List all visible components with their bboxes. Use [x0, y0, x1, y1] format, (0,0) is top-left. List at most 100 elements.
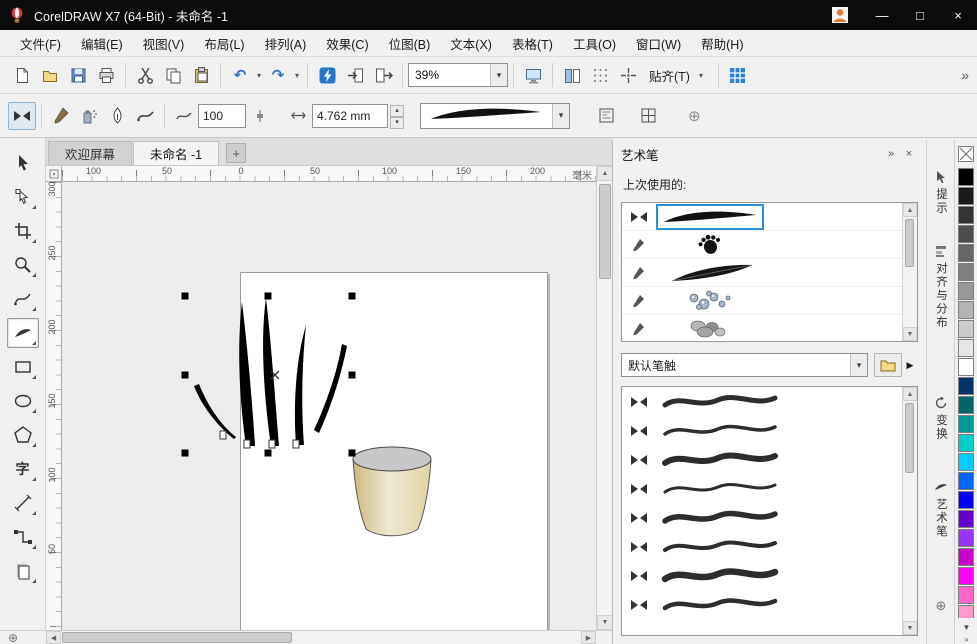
scroll-down-icon[interactable]: ▼: [903, 621, 917, 635]
connector-tool[interactable]: [7, 522, 39, 552]
browse-folder-button[interactable]: [874, 353, 902, 377]
crop-tool[interactable]: [7, 216, 39, 246]
color-swatch[interactable]: [958, 586, 974, 604]
docker-close-icon[interactable]: ×: [900, 148, 918, 160]
snap-to-dropdown[interactable]: 贴齐(T) ▾: [642, 62, 713, 88]
default-stroke-item[interactable]: [622, 445, 917, 474]
color-swatch[interactable]: [958, 434, 974, 452]
cut-button[interactable]: [131, 61, 159, 89]
pressure-mode-button[interactable]: [131, 102, 159, 130]
smoothing-slider-icon[interactable]: [246, 102, 274, 130]
add-docker-button[interactable]: ⊕: [927, 598, 955, 614]
paste-button[interactable]: [187, 61, 215, 89]
new-document-button[interactable]: [8, 61, 36, 89]
app-launcher-button[interactable]: [313, 61, 341, 89]
zoom-tool[interactable]: [7, 250, 39, 280]
shape-tool[interactable]: [7, 182, 39, 212]
list-scrollbar[interactable]: ▲ ▼: [902, 387, 917, 635]
new-document-tab-button[interactable]: +: [226, 143, 246, 163]
undo-button[interactable]: ↶: [226, 61, 254, 89]
drawing-canvas[interactable]: [62, 182, 596, 630]
horizontal-scrollbar[interactable]: ◀ ▶: [46, 631, 596, 644]
title-bar[interactable]: CorelDRAW X7 (64-Bit) - 未命名 -1 — □ ×: [0, 0, 977, 30]
color-swatch[interactable]: [958, 510, 974, 528]
text-tool[interactable]: 字: [7, 454, 39, 484]
open-button[interactable]: [36, 61, 64, 89]
horizontal-ruler[interactable]: 毫米 10050050100150200: [62, 166, 596, 182]
menu-item[interactable]: 表格(T): [502, 30, 563, 57]
cup-object[interactable]: [353, 447, 431, 536]
stroke-preset-combo[interactable]: ▾: [420, 103, 570, 129]
options-button[interactable]: [724, 61, 752, 89]
chevron-down-icon[interactable]: ▾: [490, 64, 507, 86]
color-swatch[interactable]: [958, 282, 974, 300]
guidelines-button[interactable]: [614, 61, 642, 89]
color-swatch[interactable]: [958, 567, 974, 585]
preset-mode-button[interactable]: [8, 102, 36, 130]
page-sorter-button[interactable]: [558, 61, 586, 89]
menu-item[interactable]: 帮助(H): [691, 30, 753, 57]
color-swatch[interactable]: [958, 491, 974, 509]
default-stroke-item[interactable]: [622, 532, 917, 561]
stroke-width-input[interactable]: 4.762 mm: [312, 104, 388, 128]
no-color-swatch[interactable]: [958, 146, 974, 162]
color-swatch[interactable]: [958, 168, 974, 186]
print-button[interactable]: [92, 61, 120, 89]
grass-strokes-object[interactable]: [194, 298, 347, 446]
scroll-right-icon[interactable]: ▶: [581, 631, 596, 644]
redo-dropdown[interactable]: ▾: [292, 71, 302, 80]
stroke-list-item[interactable]: [622, 231, 917, 259]
color-swatch[interactable]: [958, 358, 974, 376]
default-stroke-item[interactable]: [622, 503, 917, 532]
scroll-up-icon[interactable]: ▲: [903, 203, 917, 217]
color-swatch[interactable]: [958, 377, 974, 395]
chevron-down-icon[interactable]: ▾: [552, 104, 569, 128]
spin-up-icon[interactable]: ▴: [390, 105, 404, 117]
docker-tab-transform[interactable]: 变换: [927, 396, 955, 441]
menu-item[interactable]: 效果(C): [316, 30, 378, 57]
fullscreen-preview-button[interactable]: [519, 61, 547, 89]
menu-item[interactable]: 编辑(E): [71, 30, 133, 57]
smoothing-input[interactable]: 100: [198, 104, 246, 128]
scroll-up-icon[interactable]: ▲: [597, 166, 613, 181]
brush-mode-button[interactable]: [47, 102, 75, 130]
stroke-list-item[interactable]: [622, 287, 917, 315]
drop-shadow-tool[interactable]: [7, 556, 39, 586]
color-swatch[interactable]: [958, 548, 974, 566]
minimize-button[interactable]: —: [863, 0, 901, 30]
docker-flyout-icon[interactable]: ▶: [902, 360, 918, 371]
menu-item[interactable]: 工具(O): [563, 30, 626, 57]
menu-item[interactable]: 文本(X): [440, 30, 502, 57]
scrollbar-thumb[interactable]: [905, 219, 914, 267]
redo-button[interactable]: ↷: [264, 61, 292, 89]
color-swatch[interactable]: [958, 453, 974, 471]
docker-collapse-icon[interactable]: »: [882, 148, 900, 160]
stroke-width-stepper[interactable]: ▴ ▾: [390, 105, 404, 127]
sprayer-mode-button[interactable]: [75, 102, 103, 130]
palette-scroll-down-icon[interactable]: ▼: [955, 623, 977, 632]
default-stroke-item[interactable]: [622, 561, 917, 590]
color-swatch[interactable]: [958, 206, 974, 224]
menu-item[interactable]: 排列(A): [255, 30, 317, 57]
menu-item[interactable]: 文件(F): [10, 30, 71, 57]
show-grid-button[interactable]: [586, 61, 614, 89]
color-swatch[interactable]: [958, 263, 974, 281]
color-swatch[interactable]: [958, 396, 974, 414]
color-swatch[interactable]: [958, 244, 974, 262]
menu-item[interactable]: 位图(B): [379, 30, 441, 57]
docker-tab-align-distribute[interactable]: 对齐与分布: [927, 244, 955, 330]
stroke-category-select[interactable]: 默认笔触 ▾: [621, 353, 868, 377]
color-swatch[interactable]: [958, 339, 974, 357]
menu-item[interactable]: 布局(L): [194, 30, 254, 57]
color-swatch[interactable]: [958, 472, 974, 490]
close-button[interactable]: ×: [939, 0, 977, 30]
list-scrollbar[interactable]: ▲ ▼: [902, 203, 917, 341]
docker-tab-hints[interactable]: 提示: [927, 170, 955, 215]
quick-customize-button[interactable]: ⊕: [688, 107, 701, 125]
tab-untitled-document[interactable]: 未命名 -1: [133, 141, 219, 165]
copy-button[interactable]: [159, 61, 187, 89]
zoom-level-combo[interactable]: 39% ▾: [408, 63, 508, 87]
maximize-button[interactable]: □: [901, 0, 939, 30]
dimension-tool[interactable]: [7, 488, 39, 518]
ellipse-tool[interactable]: [7, 386, 39, 416]
